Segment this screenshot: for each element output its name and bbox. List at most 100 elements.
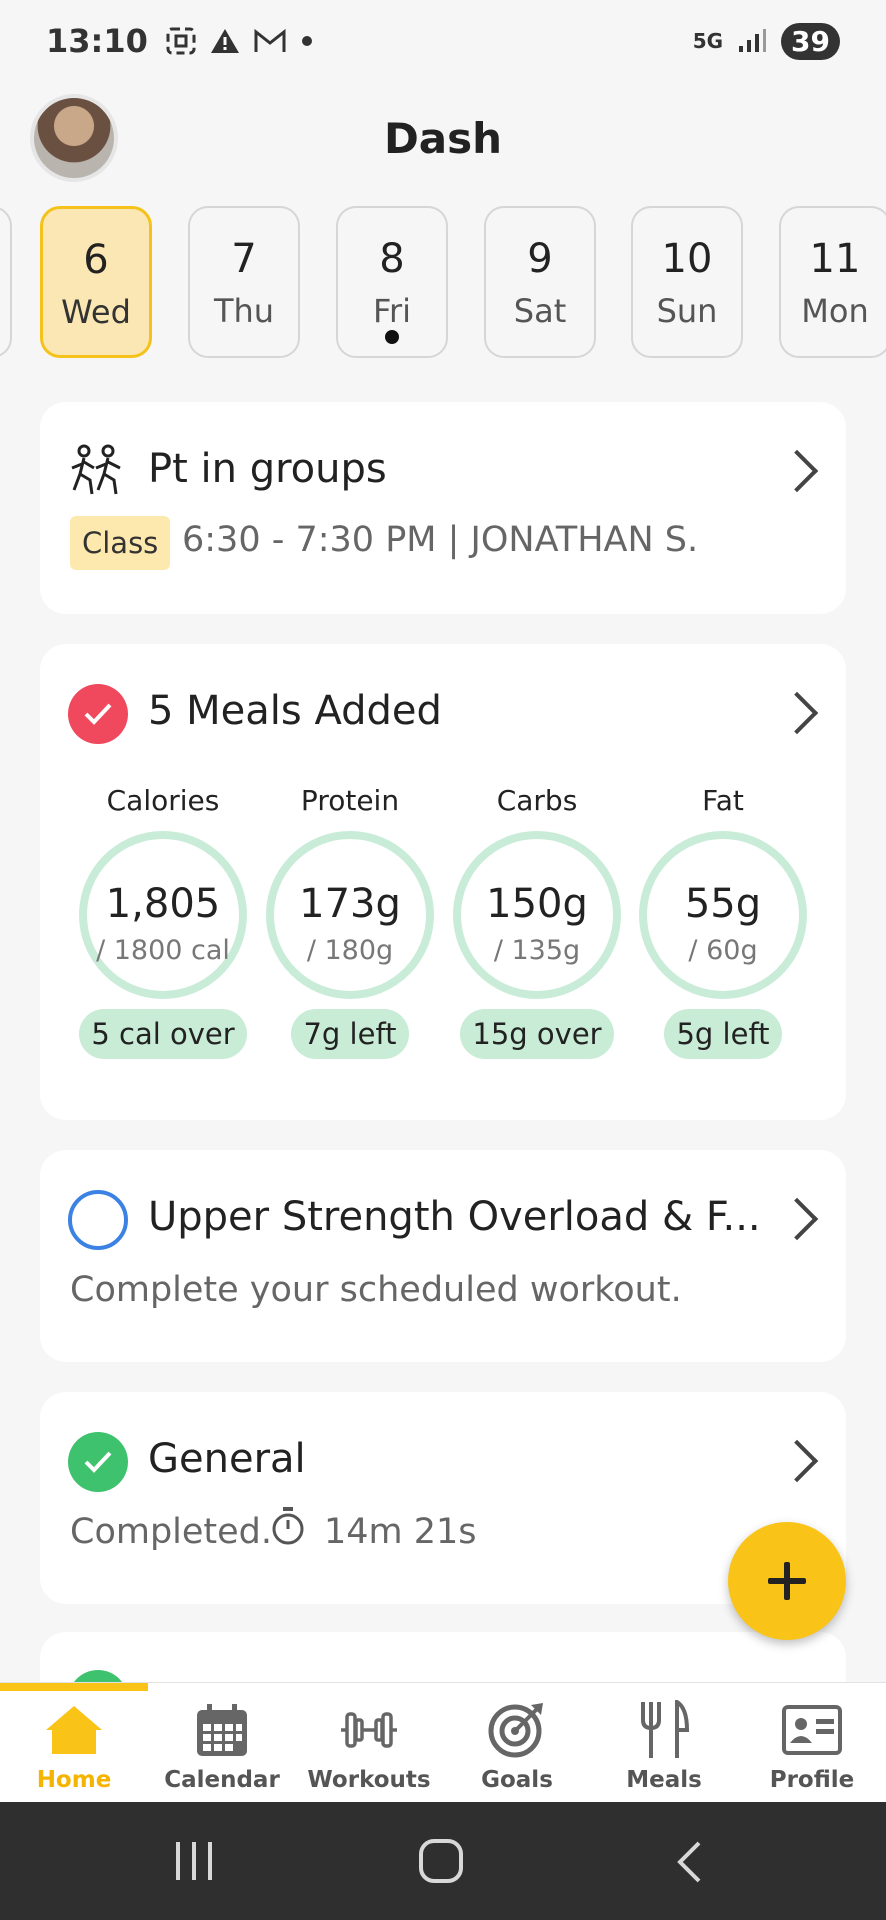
network-label: 5G xyxy=(692,29,724,53)
date-item[interactable]: 11 Mon xyxy=(779,206,886,358)
workout-card[interactable]: Upper Strength Overload & F... Complete … xyxy=(40,1150,846,1362)
status-bar: 13:10 5G 39 xyxy=(0,0,886,82)
nav-label: Home xyxy=(36,1767,112,1793)
workout-title: Upper Strength Overload & F... xyxy=(148,1194,761,1240)
check-icon xyxy=(68,684,128,744)
macro-status: 5g left xyxy=(664,1009,782,1059)
date-item[interactable]: 8 Fri xyxy=(336,206,448,358)
nav-label: Goals xyxy=(481,1767,553,1793)
home-button-icon[interactable] xyxy=(418,1838,464,1884)
recent-apps-icon[interactable] xyxy=(172,1840,216,1882)
add-button[interactable] xyxy=(728,1522,846,1640)
calendar-icon xyxy=(197,1704,247,1756)
back-icon[interactable] xyxy=(674,1840,704,1884)
date-number: 6 xyxy=(83,237,109,283)
page-title: Dash xyxy=(383,114,503,163)
date-strip[interactable]: 6 Wed 7 Thu 8 Fri 9 Sat 10 Sun 11 Mon xyxy=(0,206,886,358)
macro-label: Fat xyxy=(702,784,744,817)
class-title: Pt in groups xyxy=(148,446,387,492)
macro-ring: 55g / 60g xyxy=(639,831,807,999)
nav-label: Profile xyxy=(769,1767,855,1793)
event-dot xyxy=(385,330,399,344)
nav-calendar[interactable]: Calendar xyxy=(148,1699,296,1793)
nav-goals[interactable]: Goals xyxy=(443,1699,591,1793)
date-number: 9 xyxy=(527,236,553,282)
macro-carbs: Carbs 150g / 135g 15g over xyxy=(442,784,632,1059)
dot-icon xyxy=(301,36,312,46)
macro-ring: 150g / 135g xyxy=(453,831,621,999)
bottom-nav: Home Calendar Workouts Goals Meals Profi… xyxy=(0,1682,886,1802)
date-item-selected[interactable]: 6 Wed xyxy=(40,206,152,358)
date-day: Sat xyxy=(513,292,567,330)
app-header: Dash xyxy=(0,88,886,188)
chevron-right-icon xyxy=(775,449,819,493)
macro-label: Protein xyxy=(300,784,400,817)
dashboard-screen: 13:10 5G 39 Dash 6 Wed 7 Thu 8 Fri 9 Sat… xyxy=(0,0,886,1920)
nav-label: Workouts xyxy=(307,1767,431,1793)
screenshot-icon xyxy=(166,27,196,55)
class-card[interactable]: Pt in groups Class 6:30 - 7:30 PM | JONA… xyxy=(40,402,846,614)
date-day: Thu xyxy=(213,292,275,330)
workout-subtitle: Complete your scheduled workout. xyxy=(70,1270,682,1310)
home-icon xyxy=(46,1706,102,1754)
macro-target: / 60g xyxy=(688,935,758,966)
date-item[interactable]: 7 Thu xyxy=(188,206,300,358)
macro-ring: 173g / 180g xyxy=(266,831,434,999)
target-icon xyxy=(488,1703,543,1758)
macro-protein: Protein 173g / 180g 7g left xyxy=(255,784,445,1059)
group-running-icon xyxy=(71,444,121,495)
chevron-right-icon xyxy=(775,691,819,735)
class-tag: Class xyxy=(70,516,171,570)
chevron-right-icon xyxy=(775,1197,819,1241)
macro-value: 150g xyxy=(486,881,588,927)
signal-icon xyxy=(739,29,767,52)
warning-icon xyxy=(210,29,239,53)
chevron-right-icon xyxy=(775,1439,819,1483)
macro-target: / 1800 cal xyxy=(96,935,230,966)
date-item[interactable]: 9 Sat xyxy=(484,206,596,358)
date-number: 7 xyxy=(231,236,257,282)
system-nav-bar xyxy=(0,1802,886,1920)
incomplete-circle-icon xyxy=(68,1190,128,1250)
date-day: Wed xyxy=(61,293,131,331)
date-item[interactable]: 10 Sun xyxy=(631,206,743,358)
macro-value: 55g xyxy=(684,881,762,927)
id-card-icon xyxy=(782,1705,842,1755)
macro-status: 15g over xyxy=(460,1009,614,1059)
general-title: General xyxy=(148,1436,306,1482)
class-info: 6:30 - 7:30 PM | JONATHAN S. xyxy=(182,520,699,560)
meals-card[interactable]: 5 Meals Added Calories 1,805 / 1800 cal … xyxy=(40,644,846,1120)
macro-value: 1,805 xyxy=(105,881,221,927)
macro-label: Calories xyxy=(106,784,220,817)
check-icon xyxy=(68,1432,128,1492)
nav-workouts[interactable]: Workouts xyxy=(295,1699,443,1793)
date-number: 8 xyxy=(379,236,405,282)
date-number: 10 xyxy=(661,236,713,282)
active-tab-indicator xyxy=(0,1683,148,1691)
macro-value: 173g xyxy=(299,881,401,927)
nav-home[interactable]: Home xyxy=(0,1699,148,1793)
macro-target: / 180g xyxy=(306,935,394,966)
nav-meals[interactable]: Meals xyxy=(590,1699,738,1793)
macro-fat: Fat 55g / 60g 5g left xyxy=(628,784,818,1059)
general-card[interactable]: General Completed. 14m 21s xyxy=(40,1392,846,1604)
macro-target: / 135g xyxy=(493,935,581,966)
general-completed: Completed. xyxy=(70,1512,273,1552)
stopwatch-icon xyxy=(272,1507,304,1545)
macro-status: 7g left xyxy=(291,1009,409,1059)
dumbbell-icon xyxy=(341,1712,397,1748)
macro-label: Carbs xyxy=(496,784,578,817)
gmail-icon xyxy=(254,28,286,52)
fork-knife-icon xyxy=(641,1700,690,1758)
date-number: 11 xyxy=(809,236,861,282)
status-right: 5G 39 xyxy=(692,22,840,60)
battery-level: 39 xyxy=(781,22,840,60)
date-partial-prev[interactable] xyxy=(0,206,12,358)
notification-icons xyxy=(166,27,314,55)
status-time: 13:10 xyxy=(46,22,148,60)
macro-status: 5 cal over xyxy=(79,1009,247,1059)
nav-profile[interactable]: Profile xyxy=(738,1699,886,1793)
nav-label: Calendar xyxy=(164,1767,280,1793)
date-day: Fri xyxy=(372,292,412,330)
date-day: Sun xyxy=(656,292,718,330)
